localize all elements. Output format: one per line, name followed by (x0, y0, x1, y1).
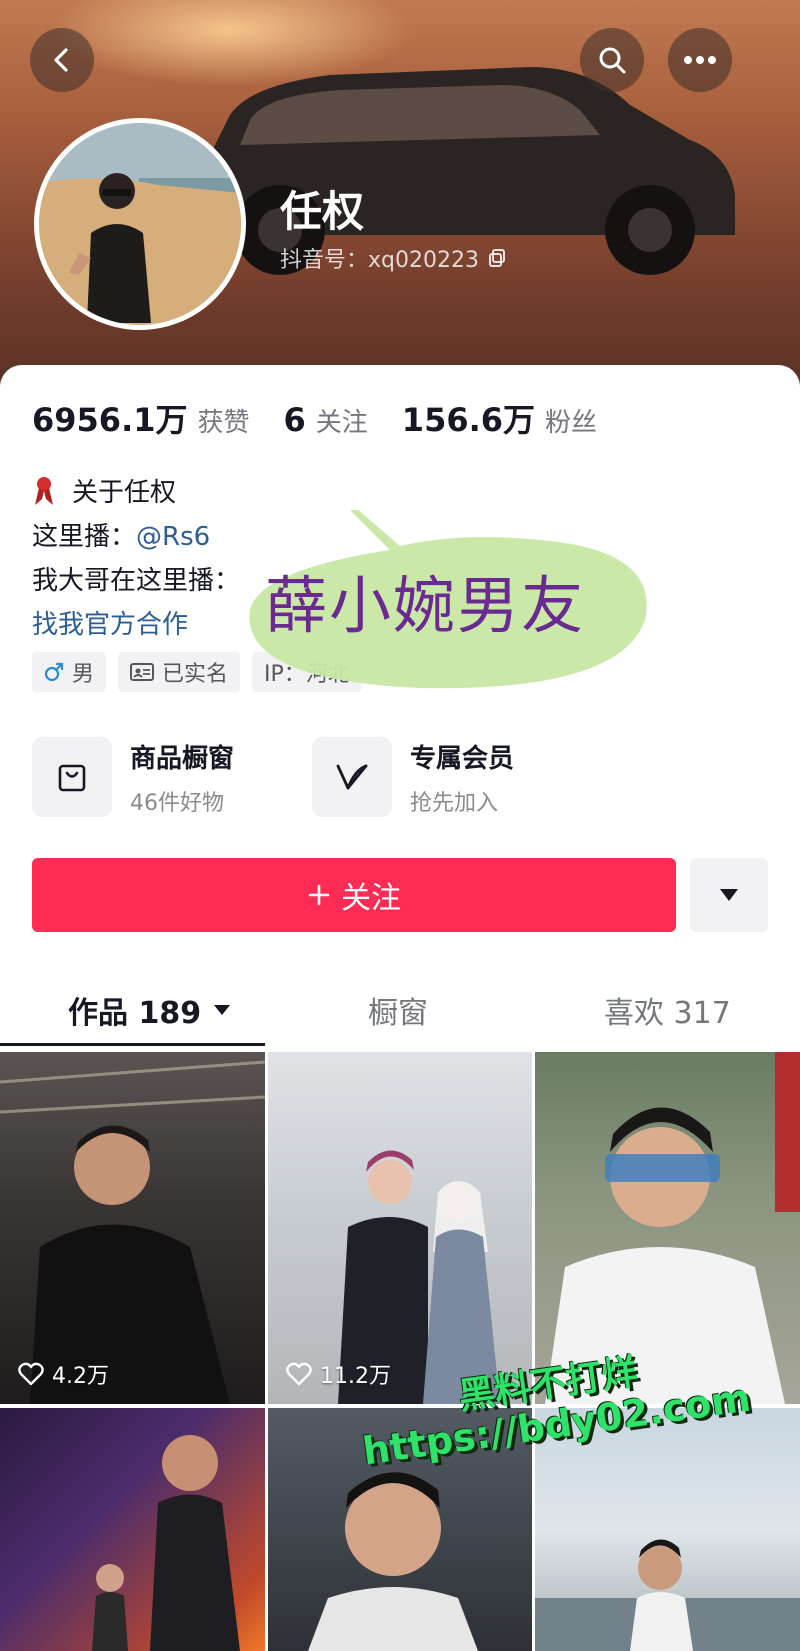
speech-bubble-text: 薛小婉男友 (265, 569, 586, 642)
video-likes-count: 4.2万 (52, 1364, 109, 1389)
plus-icon (308, 884, 330, 906)
tab-works-label: 作品 189 (68, 996, 202, 1031)
search-button[interactable] (580, 28, 644, 92)
video-thumbnail[interactable]: 11.2万 (268, 1052, 532, 1404)
verified-tag: 已实名 (118, 652, 241, 692)
ribbon-icon (35, 476, 53, 505)
back-button[interactable] (30, 28, 94, 92)
stats-row: 6956.1万 获赞 6 关注 156.6万 粉丝 (32, 395, 631, 441)
male-icon (44, 662, 64, 682)
video-thumbnail-image (92, 1435, 240, 1651)
shop-window-entry[interactable]: 商品橱窗 46件好物 (32, 737, 234, 817)
membership-icon-box (312, 737, 392, 817)
follow-button[interactable]: 关注 (32, 858, 676, 932)
tab-shop-window[interactable]: 橱窗 (368, 988, 428, 1032)
video-thumbnail-image (0, 1060, 265, 1404)
followers-count[interactable]: 156.6万 (402, 395, 535, 441)
video-thumbnail[interactable] (535, 1408, 800, 1651)
heart-icon (286, 1362, 312, 1386)
shop-window-subtitle: 46件好物 (130, 790, 224, 816)
video-likes: 4.2万 (18, 1358, 109, 1390)
rs6-link[interactable]: @Rs6 (136, 522, 210, 552)
bio-line-2: 我大哥在这里播： (32, 566, 241, 596)
video-thumbnail[interactable]: 4.2万 (0, 1052, 265, 1404)
followers-label: 粉丝 (545, 408, 598, 438)
heart-icon (18, 1362, 44, 1386)
bio-line-1: 这里播：@Rs6 (32, 516, 210, 553)
membership-title: 专属会员 (410, 743, 515, 774)
douyin-id-text: 抖音号：xq020223 (280, 248, 479, 273)
gender-tag-label: 男 (72, 662, 95, 687)
video-thumbnail-image (338, 1150, 500, 1404)
video-thumbnail-image (535, 1539, 800, 1651)
active-tab-indicator (0, 1043, 265, 1046)
likes-label: 获赞 (197, 408, 250, 438)
more-dots-icon (684, 56, 716, 64)
membership-subtitle: 抢先加入 (410, 790, 499, 816)
triangle-down-icon (214, 1005, 231, 1015)
tab-likes[interactable]: 喜欢 317 (604, 988, 731, 1032)
verified-tag-label: 已实名 (162, 662, 229, 687)
profile-name: 任权 (280, 187, 365, 236)
avatar[interactable] (34, 118, 246, 330)
bio-about: 关于任权 (32, 472, 176, 509)
business-cooperation-link[interactable]: 找我官方合作 (32, 604, 188, 641)
follow-button-label: 关注 (341, 881, 401, 916)
following-count[interactable]: 6 (284, 401, 306, 439)
shop-icon-box (32, 737, 112, 817)
more-button[interactable] (668, 28, 732, 92)
video-thumbnail[interactable] (0, 1408, 265, 1651)
bio-about-text: 关于任权 (72, 478, 177, 508)
video-likes-count: 11.2万 (320, 1364, 391, 1389)
likes-count[interactable]: 6956.1万 (32, 395, 188, 441)
following-label: 关注 (315, 408, 368, 438)
id-card-icon (130, 663, 155, 681)
shop-window-title: 商品橱窗 (130, 743, 235, 774)
avatar-photo (39, 123, 241, 325)
v-member-icon (336, 764, 368, 790)
search-icon (599, 47, 626, 74)
bio-line-1-prefix: 这里播： (32, 522, 137, 552)
triangle-down-icon (720, 889, 738, 901)
membership-entry[interactable]: 专属会员 抢先加入 (312, 737, 514, 817)
chevron-left-icon (54, 48, 68, 72)
gender-tag: 男 (32, 652, 107, 692)
shopping-bag-icon (58, 764, 86, 792)
douyin-id[interactable]: 抖音号：xq020223 (280, 242, 507, 274)
copy-icon[interactable] (487, 248, 507, 268)
tab-works[interactable]: 作品 189 (68, 988, 231, 1032)
video-likes: 11.2万 (286, 1358, 391, 1390)
recommend-dropdown-button[interactable] (690, 858, 768, 932)
